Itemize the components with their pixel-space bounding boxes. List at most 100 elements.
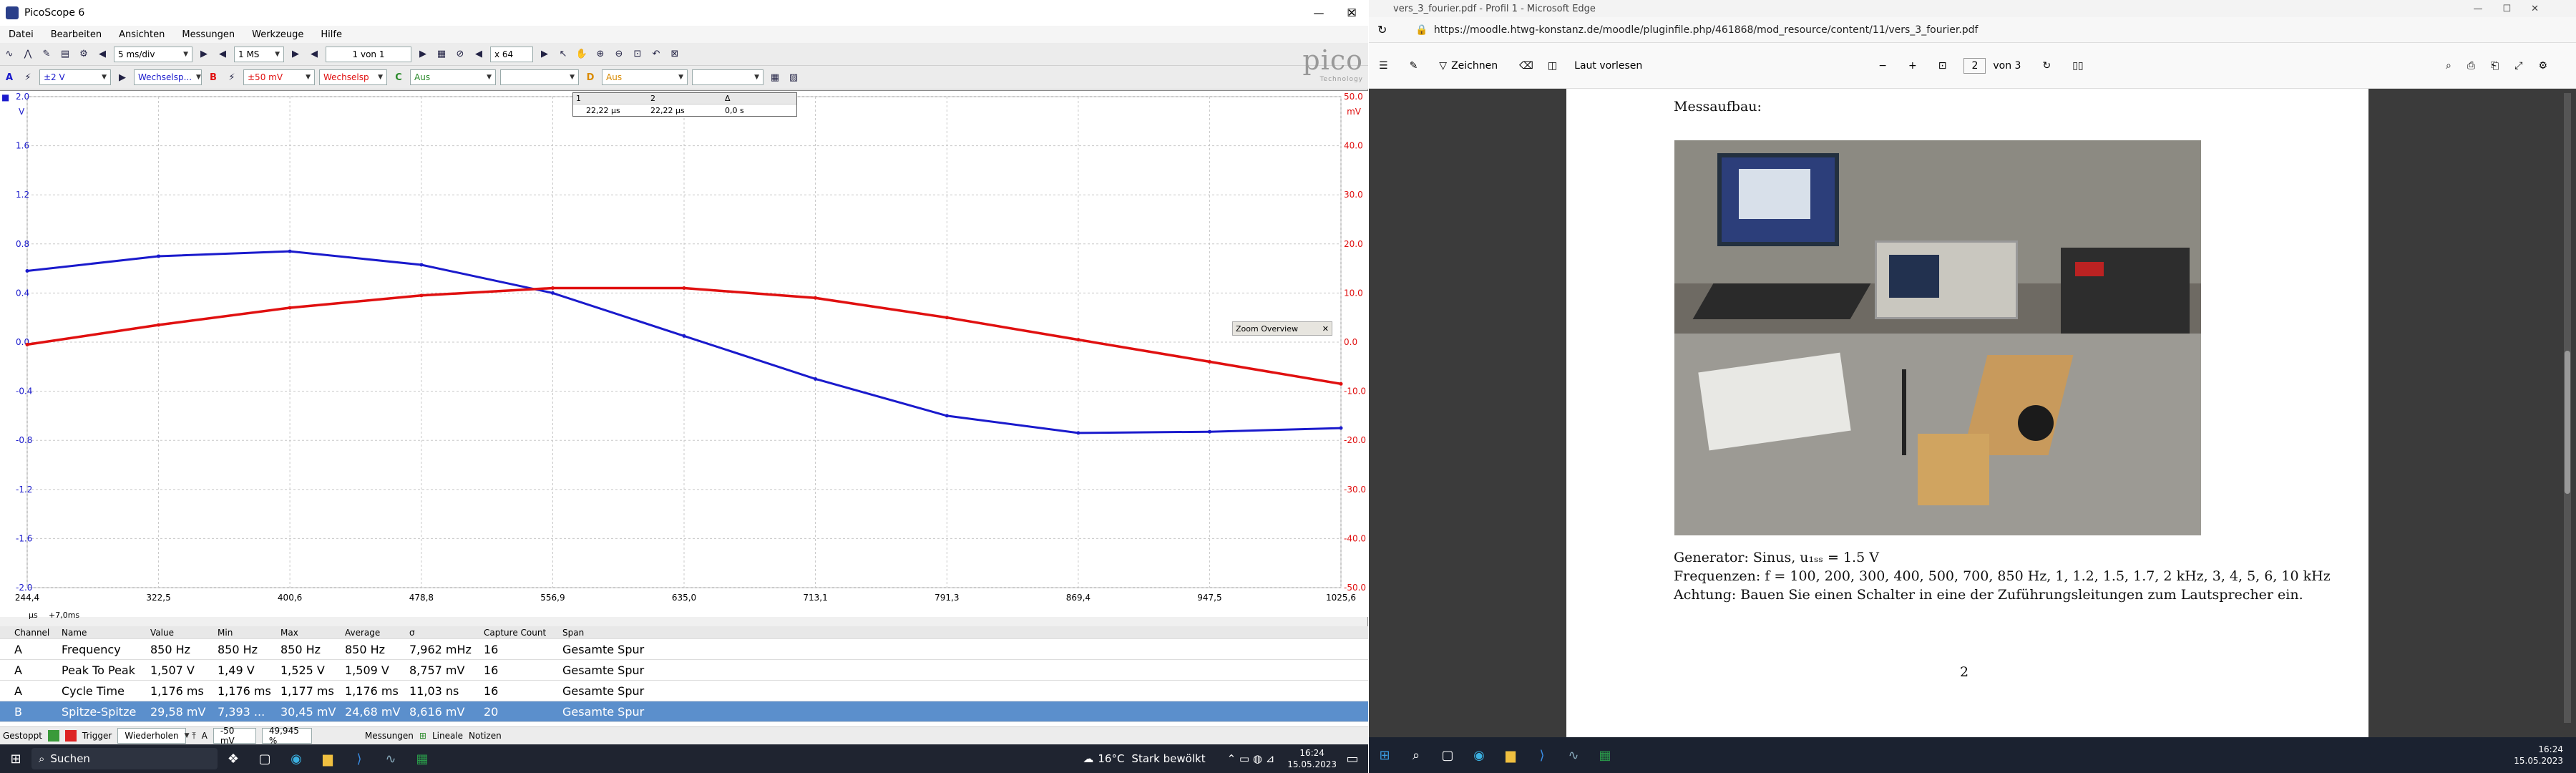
- table-row[interactable]: A Peak To Peak 1,507 V 1,49 V 1,525 V 1,509 V…: [0, 660, 1368, 681]
- samples-select[interactable]: 1 MS ▼: [234, 46, 284, 62]
- edge-icon-2[interactable]: ◉: [1468, 744, 1491, 767]
- trigger-position[interactable]: 49,945 %: [261, 726, 312, 746]
- task-view-icon-2[interactable]: ▢: [1436, 744, 1459, 767]
- prev-icon[interactable]: ◀: [94, 47, 110, 62]
- add-measurement-icon[interactable]: ⊞: [419, 731, 426, 741]
- trigger-level[interactable]: -50 mV: [213, 726, 256, 746]
- zoom-out-icon[interactable]: ⊖: [611, 47, 627, 62]
- first-capture-icon[interactable]: ◀: [306, 47, 322, 62]
- task-view-icon[interactable]: ▢: [253, 747, 276, 770]
- channel-c-range[interactable]: Aus ▼: [410, 69, 496, 85]
- channel-b-label[interactable]: B: [205, 69, 221, 85]
- cursor-icon[interactable]: ↖: [555, 47, 571, 62]
- menu-ansichten[interactable]: Ansichten: [119, 29, 165, 40]
- waveform-icon[interactable]: ▦: [434, 47, 449, 62]
- table-row[interactable]: B Spitze-Spitze 29,58 mV 7,393 ... 30,45 mV 2…: [0, 701, 1368, 722]
- rotate-icon[interactable]: ↻: [2042, 60, 2051, 72]
- draw-icon[interactable]: ▽: [1439, 60, 1447, 72]
- timebase-select[interactable]: 5 ms/div ▼: [114, 46, 192, 62]
- file-explorer-icon-2[interactable]: ▆: [1499, 744, 1522, 767]
- close-window-button[interactable]: ✕: [1335, 0, 1368, 26]
- start-icon[interactable]: [47, 730, 59, 742]
- menu-datei[interactable]: Datei: [9, 29, 34, 40]
- file-explorer-icon[interactable]: ▆: [316, 747, 339, 770]
- persistence-icon[interactable]: ✎: [39, 47, 54, 62]
- channel-b-probe-icon[interactable]: ⚡: [224, 69, 240, 85]
- widgets-icon[interactable]: ❖: [222, 747, 245, 770]
- zoom-prev-icon[interactable]: ◀: [471, 47, 487, 62]
- excel-icon-2[interactable]: ▦: [1594, 744, 1616, 767]
- channel-d-coupling[interactable]: ▼: [692, 69, 763, 85]
- close-icon[interactable]: ✕: [1322, 324, 1329, 334]
- stop-icon[interactable]: ⊘: [452, 47, 468, 62]
- notification-icon[interactable]: ▭: [1341, 747, 1364, 770]
- next-samples-icon[interactable]: ▶: [288, 47, 303, 62]
- windows-start-icon[interactable]: ⊞: [4, 747, 27, 770]
- channel-d-label[interactable]: D: [582, 69, 598, 85]
- math-channel-icon[interactable]: ▦: [767, 69, 783, 85]
- page-view-icon[interactable]: ◫: [1548, 60, 1557, 72]
- zoom-area-icon[interactable]: ⊡: [630, 47, 645, 62]
- channel-a-label[interactable]: A: [1, 69, 17, 85]
- taskbar-search[interactable]: ⌕ Suchen: [31, 748, 218, 769]
- tray-icons[interactable]: ⌃ ▭ ◍ ⊿: [1227, 752, 1275, 765]
- highlight-icon[interactable]: ✎: [1410, 60, 1418, 72]
- table-row[interactable]: A Cycle Time 1,176 ms 1,176 ms 1,177 ms 1,176…: [0, 681, 1368, 701]
- vscode-icon[interactable]: ⟩: [348, 747, 371, 770]
- url-field[interactable]: 🔒 https://moodle.htwg-konstanz.de/moodle…: [1415, 21, 2489, 39]
- menu-werkzeuge[interactable]: Werkzeuge: [252, 29, 303, 40]
- menu-messungen[interactable]: Messungen: [182, 29, 235, 40]
- zoom-out-pdf-icon[interactable]: −: [1878, 60, 1887, 72]
- picoscope-taskbar-icon-2[interactable]: ∿: [1562, 744, 1585, 767]
- open-icon[interactable]: ▤: [57, 47, 73, 62]
- channel-a-coupling[interactable]: Wechselsp... ▼: [134, 69, 202, 85]
- windows-start-icon-2[interactable]: ⊞: [1373, 744, 1396, 767]
- rulers-label[interactable]: Lineale: [432, 731, 463, 741]
- eraser-icon[interactable]: ⌫: [1519, 60, 1533, 72]
- menu-hilfe[interactable]: Hilfe: [321, 29, 342, 40]
- scope-mode-icon[interactable]: ∿: [1, 47, 17, 62]
- zoom-factor[interactable]: x 64: [490, 46, 533, 62]
- two-page-icon[interactable]: ▯▯: [2072, 60, 2083, 72]
- channel-a-range[interactable]: ±2 V ▼: [39, 69, 111, 85]
- next-icon[interactable]: ▶: [196, 47, 212, 62]
- channel-b-coupling[interactable]: Wechselsp ▼: [319, 69, 387, 85]
- zoom-next-icon[interactable]: ▶: [537, 47, 552, 62]
- measurements-label[interactable]: Messungen: [365, 731, 414, 741]
- scope-view[interactable]: 2.0 1.6 1.2 0.8 0.4 0.0 -0.4 -0.8 -1.2 -1.6 -2.0 50…: [0, 90, 1368, 620]
- channel-d-range[interactable]: Aus ▼: [602, 69, 688, 85]
- excel-icon[interactable]: ▦: [411, 747, 434, 770]
- read-aloud-button[interactable]: Laut vorlesen: [1574, 60, 1642, 72]
- channel-c-label[interactable]: C: [391, 69, 406, 85]
- refresh-icon[interactable]: ↻: [1377, 23, 1387, 37]
- table-row[interactable]: A Frequency 850 Hz 850 Hz 850 Hz 850 Hz 7,962 …: [0, 639, 1368, 660]
- scope-plot[interactable]: 2.0 1.6 1.2 0.8 0.4 0.0 -0.4 -0.8 -1.2 -1.6 -2.0 50…: [0, 91, 1368, 618]
- zoom-fit-icon[interactable]: ⊠: [667, 47, 683, 62]
- channel-c-coupling[interactable]: ▼: [500, 69, 579, 85]
- edge-icon[interactable]: ◉: [285, 747, 308, 770]
- prev-samples-icon[interactable]: ◀: [215, 47, 230, 62]
- search-icon-2[interactable]: ⌕: [1405, 744, 1428, 767]
- trigger-channel[interactable]: A: [202, 731, 208, 741]
- spectrum-mode-icon[interactable]: ⋀: [20, 47, 36, 62]
- capture-counter[interactable]: 1 von 1: [326, 46, 411, 62]
- channel-a-probe-icon[interactable]: ⚡: [20, 69, 36, 85]
- next-capture-icon[interactable]: ▶: [415, 47, 431, 62]
- zoom-overview[interactable]: Zoom Overview ✕: [1232, 321, 1332, 336]
- ruler-legend[interactable]: 12Δ 22,22 µs 22,22 µs 0,0 s: [572, 92, 797, 117]
- trigger-edge-icon[interactable]: ⤒: [192, 731, 195, 742]
- clock-right[interactable]: 16:24 15.05.2023: [2514, 744, 2563, 767]
- edge-window-controls[interactable]: —☐✕: [2473, 4, 2559, 14]
- page-number-input[interactable]: 2: [1963, 57, 1986, 74]
- hand-icon[interactable]: ✋: [574, 47, 590, 62]
- trigger-mode-select[interactable]: Wiederholen ▼: [117, 728, 190, 744]
- contents-icon[interactable]: ☰: [1379, 60, 1388, 72]
- notes-label[interactable]: Notizen: [469, 731, 502, 741]
- menu-bearbeiten[interactable]: Bearbeiten: [51, 29, 102, 40]
- pdf-actions-icons[interactable]: ⌕⎙⎗⤢⚙: [2446, 60, 2563, 72]
- stop-capture-icon[interactable]: [64, 730, 77, 742]
- fit-page-icon[interactable]: ⊡: [1938, 60, 1947, 72]
- pdf-scrollbar[interactable]: [2564, 93, 2571, 723]
- channel-a-options-icon[interactable]: ▶: [114, 69, 130, 85]
- channel-b-range[interactable]: ±50 mV ▼: [243, 69, 315, 85]
